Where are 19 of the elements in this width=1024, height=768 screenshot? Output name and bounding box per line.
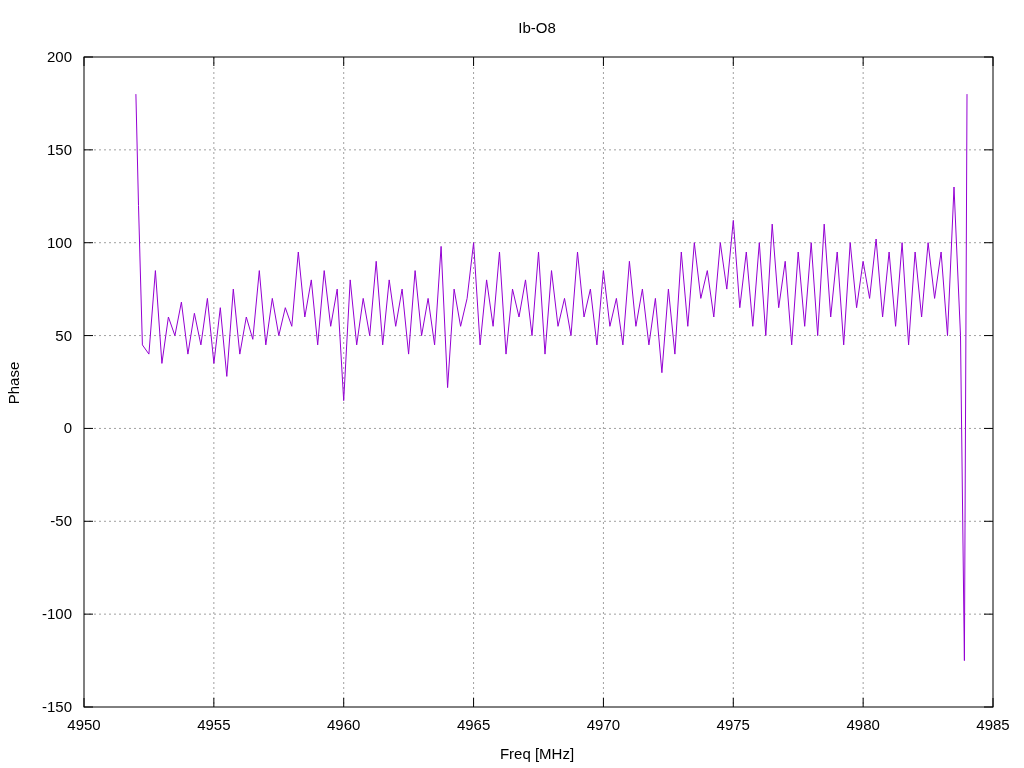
tick-label: 150 (46, 140, 72, 158)
tick-label: 4980 (846, 716, 880, 733)
tick-label: 4960 (327, 716, 361, 733)
x-axis-label: Freq [MHz] (499, 745, 575, 762)
tick-label: -100 (41, 605, 72, 623)
tick-label: 4985 (976, 716, 1010, 733)
tick-label: 4950 (67, 716, 101, 733)
tick-label: 100 (46, 233, 72, 251)
tick-label: 50 (55, 326, 72, 344)
tick-label: -150 (41, 698, 72, 715)
tick-label: 4955 (197, 716, 231, 733)
tick-label: 0 (63, 419, 72, 437)
tick-label: 200 (46, 48, 72, 65)
chart-title: Ib-O8 (518, 19, 556, 36)
y-axis-label: Phase (5, 361, 22, 405)
tick-label: 4970 (586, 716, 621, 733)
tick-label: 4965 (456, 716, 491, 733)
tick-label: -50 (50, 512, 72, 530)
tick-label: 4975 (716, 716, 750, 733)
